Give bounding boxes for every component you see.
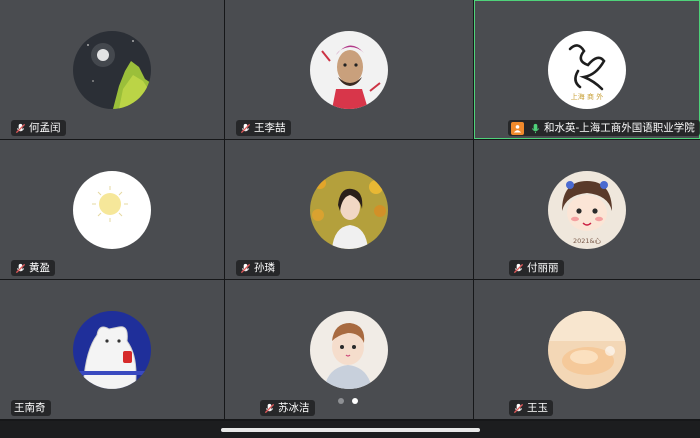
sticker-text: 2021&心 <box>573 237 602 245</box>
avatar <box>73 31 151 109</box>
avatar <box>310 171 388 249</box>
participant-name-bar: 何孟闰 <box>11 120 66 136</box>
participant-name-bar: 和水英-上海工商外国语职业学院 <box>508 120 700 136</box>
avatar: 2021&心 <box>548 171 626 249</box>
participant-name-bar: 苏冰洁 <box>260 400 315 416</box>
participant-name-bar: 孙璘 <box>236 260 280 276</box>
participant-name: 苏冰洁 <box>278 402 310 414</box>
participant-tile[interactable]: 何孟闰 <box>0 0 224 139</box>
mic-active-icon <box>529 122 541 134</box>
avatar <box>73 311 151 389</box>
participant-tile-active-speaker[interactable]: 上海 商 外 和水英-上海工商外国语职业学院 <box>474 0 700 139</box>
participant-name: 黄盈 <box>29 262 50 274</box>
participant-name-bar: 王南奇 <box>11 400 51 416</box>
participant-name: 王李喆 <box>254 122 286 134</box>
page-dot[interactable] <box>338 398 344 404</box>
participant-name: 何孟闰 <box>29 122 61 134</box>
participant-name-bar: 王李喆 <box>236 120 291 136</box>
page-indicator[interactable] <box>338 398 358 404</box>
participant-name: 王南奇 <box>14 402 46 414</box>
participant-tile[interactable]: 孙璘 <box>225 140 473 279</box>
avatar <box>310 31 388 109</box>
participant-name: 王玉 <box>527 402 548 414</box>
mic-muted-icon <box>14 122 26 134</box>
participant-tile[interactable]: 2021&心 付丽丽 <box>474 140 700 279</box>
logo-text: 上海 商 外 <box>571 92 603 101</box>
participant-name: 孙璘 <box>254 262 275 274</box>
participant-name: 和水英-上海工商外国语职业学院 <box>544 122 695 134</box>
mic-muted-icon <box>512 262 524 274</box>
video-grid: 何孟闰 王李喆 上海 商 外 和水英-上海工商外国语职业学院 黄盈 孙璘 202… <box>0 0 700 421</box>
participant-name: 付丽丽 <box>527 262 559 274</box>
participant-tile[interactable]: 王李喆 <box>225 0 473 139</box>
avatar <box>73 171 151 249</box>
home-indicator[interactable] <box>221 428 480 432</box>
page-dot-current[interactable] <box>352 398 358 404</box>
avatar <box>310 311 388 389</box>
participant-name-bar: 黄盈 <box>11 260 55 276</box>
host-icon <box>511 121 524 135</box>
mic-muted-icon <box>14 262 26 274</box>
participant-name-bar: 王玉 <box>509 400 553 416</box>
mic-muted-icon <box>239 122 251 134</box>
mic-muted-icon <box>239 262 251 274</box>
participant-tile[interactable]: 黄盈 <box>0 140 224 279</box>
avatar <box>548 311 626 389</box>
participant-name-bar: 付丽丽 <box>509 260 564 276</box>
mic-muted-icon <box>512 402 524 414</box>
participant-tile[interactable]: 王南奇 <box>0 280 224 419</box>
participant-tile[interactable]: 王玉 <box>474 280 700 419</box>
avatar: 上海 商 外 <box>548 31 626 109</box>
mic-muted-icon <box>263 402 275 414</box>
